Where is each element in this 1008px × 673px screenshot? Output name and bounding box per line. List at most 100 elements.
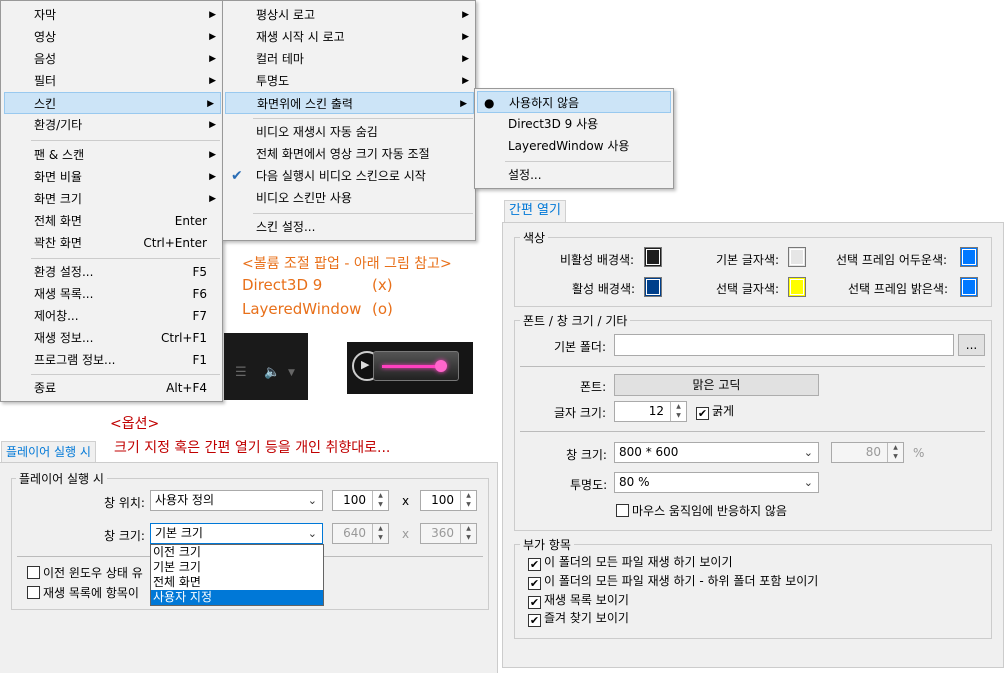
window-position-select[interactable]: 사용자 정의 ⌄ bbox=[150, 490, 323, 511]
default-folder-input[interactable] bbox=[614, 334, 954, 356]
browse-folder-button[interactable]: ... bbox=[958, 334, 985, 356]
dropdown-option-default[interactable]: 기본 크기 bbox=[151, 560, 323, 575]
spinner-arrows-icon[interactable]: ▲ ▼ bbox=[670, 402, 686, 421]
checkbox-box[interactable]: ✔ bbox=[696, 407, 709, 420]
checkbox-box[interactable] bbox=[27, 586, 40, 599]
spinner-value: 640 bbox=[343, 526, 366, 540]
menu-item-playlist[interactable]: 재생 목록... F6 bbox=[1, 283, 222, 305]
menu-item-video-skin-only[interactable]: 비디오 스킨만 사용 bbox=[223, 187, 475, 209]
main-context-menu: 자막 ▶ 영상 ▶ 음성 ▶ 필터 ▶ 스킨 ▶ 환경/기타 ▶ 팬 & 스캔 ▶ 화면 비율… bbox=[0, 0, 223, 402]
menu-item-overlay-settings[interactable]: 설정... bbox=[475, 164, 673, 186]
menu-item-overlay-layered[interactable]: LayeredWindow 사용 bbox=[475, 135, 673, 157]
chevron-right-icon: ▶ bbox=[209, 76, 216, 86]
menu-item-label: 비디오 스킨만 사용 bbox=[256, 191, 352, 205]
spinner-arrows-icon: ▲ ▼ bbox=[372, 524, 388, 543]
chevron-down-icon: ⌄ bbox=[803, 446, 813, 459]
checkbox-box[interactable]: ✔ bbox=[528, 577, 541, 590]
group-separator bbox=[520, 366, 985, 367]
dropdown-option-previous[interactable]: 이전 크기 bbox=[151, 545, 323, 560]
opacity-select[interactable]: 80 % ⌄ bbox=[614, 472, 819, 493]
menu-item-label: 환경/기타 bbox=[34, 118, 83, 132]
menu-item-preferences[interactable]: 환경 설정... F5 bbox=[1, 261, 222, 283]
menu-item-skin[interactable]: 스킨 ▶ bbox=[4, 92, 221, 114]
tab-player-launch[interactable]: 플레이어 실행 시 bbox=[1, 441, 96, 463]
menu-item-play-info[interactable]: 재생 정보... Ctrl+F1 bbox=[1, 327, 222, 349]
checkbox-label: 재생 목록에 항목이 bbox=[43, 586, 139, 600]
menu-item-env[interactable]: 환경/기타 ▶ bbox=[1, 114, 222, 136]
spinner-arrows-icon[interactable]: ▲ ▼ bbox=[372, 491, 388, 510]
menu-item-fullscreen[interactable]: 전체 화면 Enter bbox=[1, 210, 222, 232]
position-y-spinner[interactable]: 100 ▲ ▼ bbox=[420, 490, 477, 511]
default-text-label: 기본 글자색: bbox=[716, 253, 780, 267]
menu-item-exit[interactable]: 종료 Alt+F4 bbox=[1, 377, 222, 399]
menu-item-auto-hide[interactable]: 비디오 재생시 자동 숨김 bbox=[223, 121, 475, 143]
menu-item-overlay-none[interactable]: ● 사용하지 않음 bbox=[477, 91, 671, 113]
menu-item-start-video-skin[interactable]: ✔ 다음 실행시 비디오 스킨으로 시작 bbox=[223, 165, 475, 187]
show-playlist-checkbox[interactable]: ✔ 재생 목록 보이기 bbox=[528, 593, 629, 609]
font-select-button[interactable]: 맑은 고딕 bbox=[614, 374, 819, 396]
menu-item-about[interactable]: 프로그램 정보... F1 bbox=[1, 349, 222, 371]
spinner-arrows-icon[interactable]: ▲ ▼ bbox=[460, 491, 476, 510]
shortcut-label: F5 bbox=[192, 265, 207, 279]
show-play-all-subfolders-checkbox[interactable]: ✔ 이 폴더의 모든 파일 재생 하기 - 하위 폴더 포함 보이기 bbox=[528, 574, 818, 590]
checkbox-box[interactable] bbox=[616, 504, 629, 517]
dropdown-option-custom[interactable]: 사용자 지정 bbox=[151, 590, 323, 605]
position-x-spinner[interactable]: 100 ▲ ▼ bbox=[332, 490, 389, 511]
menu-item-filter[interactable]: 필터 ▶ bbox=[1, 70, 222, 92]
menu-item-fill-screen[interactable]: 꽉찬 화면 Ctrl+Enter bbox=[1, 232, 222, 254]
volume-slider-track[interactable] bbox=[373, 351, 459, 381]
menu-item-audio[interactable]: 음성 ▶ bbox=[1, 48, 222, 70]
bold-checkbox[interactable]: ✔ 굵게 bbox=[696, 404, 734, 420]
restore-window-checkbox[interactable]: 이전 윈도우 상태 유 bbox=[27, 566, 143, 580]
menu-item-label: 꽉찬 화면 bbox=[34, 236, 82, 250]
font-size-spinner[interactable]: 12 ▲ ▼ bbox=[614, 401, 687, 422]
checkbox-box[interactable]: ✔ bbox=[528, 558, 541, 571]
menu-item-opacity[interactable]: 투명도 ▶ bbox=[223, 70, 475, 92]
menu-item-color-theme[interactable]: 컬러 테마 ▶ bbox=[223, 48, 475, 70]
shortcut-label: F1 bbox=[192, 353, 207, 367]
chevron-down-icon: ⌄ bbox=[307, 494, 317, 507]
playlist-checkbox[interactable]: 재생 목록에 항목이 bbox=[27, 586, 139, 600]
checkbox-box[interactable]: ✔ bbox=[528, 614, 541, 627]
checkbox-box[interactable] bbox=[27, 566, 40, 579]
inactive-bg-swatch[interactable] bbox=[644, 247, 662, 267]
active-bg-swatch[interactable] bbox=[644, 277, 662, 297]
tab-easy-open[interactable]: 간편 열기 bbox=[504, 200, 566, 223]
default-text-swatch[interactable] bbox=[788, 247, 806, 267]
menu-item-label: 환경 설정... bbox=[34, 265, 94, 279]
note-options-title: <옵션> bbox=[110, 416, 160, 432]
window-size-select[interactable]: 기본 크기 ⌄ bbox=[150, 523, 323, 544]
list-icon: ☰ bbox=[235, 365, 247, 380]
checkbox-box[interactable]: ✔ bbox=[528, 596, 541, 609]
menu-item-auto-resize[interactable]: 전체 화면에서 영상 크기 자동 조절 bbox=[223, 143, 475, 165]
menu-item-skin-overlay[interactable]: 화면위에 스킨 출력 ▶ bbox=[225, 92, 474, 114]
menu-item-overlay-d3d[interactable]: Direct3D 9 사용 bbox=[475, 113, 673, 135]
group-label: 부가 항목 bbox=[520, 536, 574, 553]
menu-item-normal-logo[interactable]: 평상시 로고 ▶ bbox=[223, 4, 475, 26]
spinner-value: 360 bbox=[431, 526, 454, 540]
menu-item-subtitle[interactable]: 자막 ▶ bbox=[1, 4, 222, 26]
show-favorites-checkbox[interactable]: ✔ 즐겨 찾기 보이기 bbox=[528, 611, 629, 627]
frame-light-swatch[interactable] bbox=[960, 277, 978, 297]
mouse-ignore-checkbox[interactable]: 마우스 움직임에 반응하지 않음 bbox=[616, 504, 787, 518]
dropdown-option-fullscreen[interactable]: 전체 화면 bbox=[151, 575, 323, 590]
menu-item-start-logo[interactable]: 재생 시작 시 로고 ▶ bbox=[223, 26, 475, 48]
menu-item-aspect[interactable]: 화면 비율 ▶ bbox=[1, 166, 222, 188]
note-layered: LayeredWindow bbox=[242, 300, 362, 318]
menu-item-pan-scan[interactable]: 팬 & 스캔 ▶ bbox=[1, 144, 222, 166]
inactive-bg-label: 비활성 배경색: bbox=[560, 253, 635, 267]
volume-slider-thumb[interactable] bbox=[435, 360, 447, 372]
frame-dark-swatch[interactable] bbox=[960, 247, 978, 267]
window-size-select[interactable]: 800 * 600 ⌄ bbox=[614, 442, 819, 463]
menu-item-skin-settings[interactable]: 스킨 설정... bbox=[223, 216, 475, 238]
show-play-all-checkbox[interactable]: ✔ 이 폴더의 모든 파일 재생 하기 보이기 bbox=[528, 555, 733, 571]
shortcut-label: F7 bbox=[192, 309, 207, 323]
menu-item-screen-size[interactable]: 화면 크기 ▶ bbox=[1, 188, 222, 210]
menu-item-label: 종료 bbox=[34, 381, 57, 395]
chevron-right-icon: ▶ bbox=[462, 10, 469, 20]
menu-item-label: LayeredWindow 사용 bbox=[508, 139, 630, 153]
menu-item-label: 화면위에 스킨 출력 bbox=[257, 97, 353, 111]
menu-item-video[interactable]: 영상 ▶ bbox=[1, 26, 222, 48]
menu-item-control-panel[interactable]: 제어창... F7 bbox=[1, 305, 222, 327]
selected-text-swatch[interactable] bbox=[788, 277, 806, 297]
